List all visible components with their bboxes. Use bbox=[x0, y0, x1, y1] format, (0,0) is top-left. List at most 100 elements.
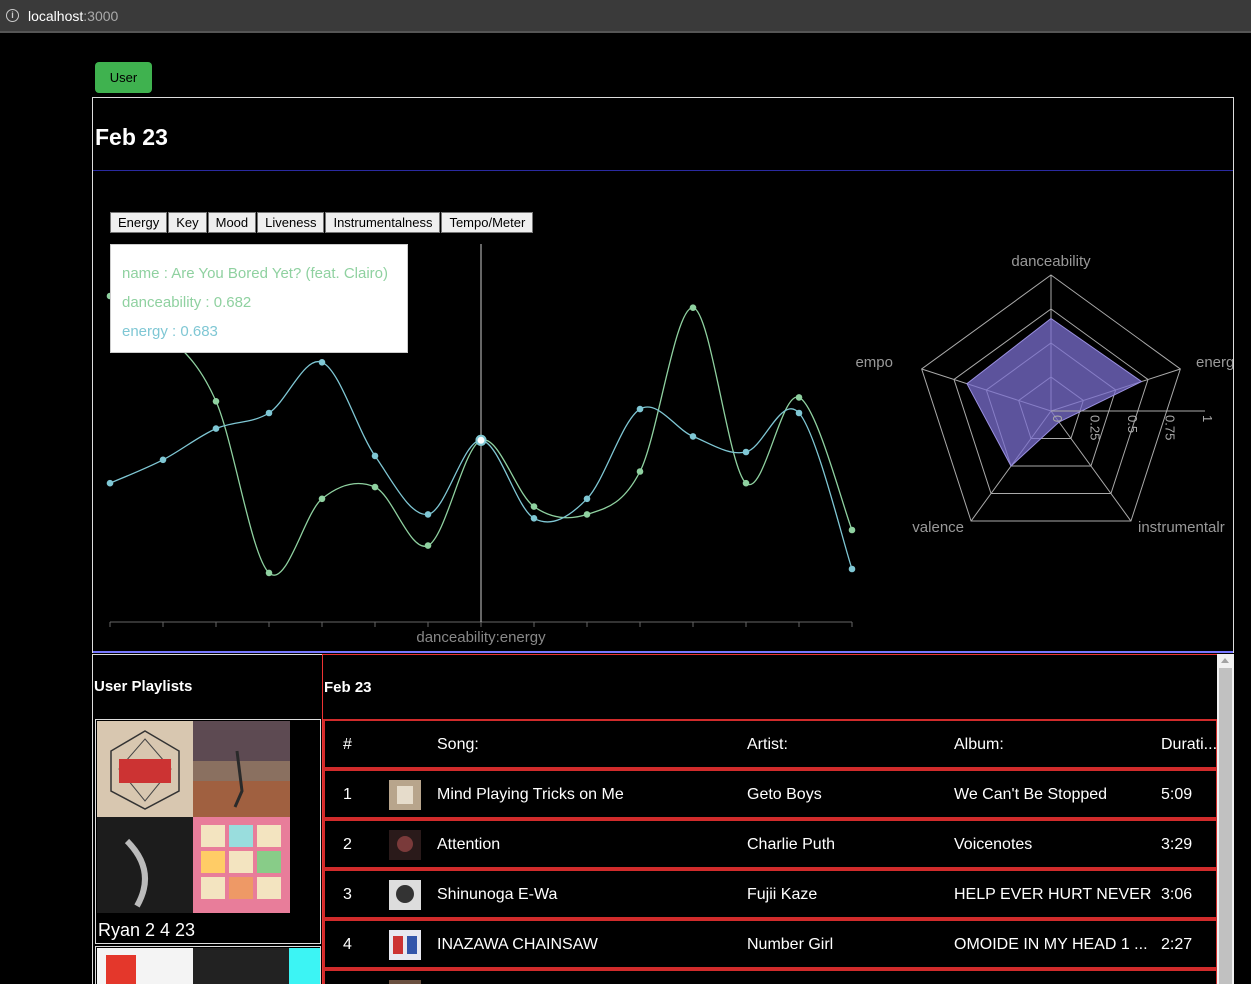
danceability-point bbox=[583, 511, 591, 518]
energy-point bbox=[742, 448, 750, 456]
track-row[interactable]: 4 INAZAWA CHAINSAW Number Girl OMOIDE IN… bbox=[323, 919, 1218, 969]
col-album: Album: bbox=[954, 736, 1004, 753]
radar-axis-label: danceability bbox=[1011, 253, 1091, 270]
danceability-point bbox=[212, 398, 220, 405]
track-num: 3 bbox=[343, 886, 352, 903]
energy-point bbox=[265, 409, 273, 417]
user-button[interactable]: User bbox=[95, 62, 152, 93]
track-album: HELP EVER HURT NEVER bbox=[954, 886, 1152, 903]
energy-point bbox=[475, 434, 487, 446]
danceability-point bbox=[371, 483, 379, 491]
radar-axis-label: instrumentalr bbox=[1138, 519, 1225, 536]
track-album: Voicenotes bbox=[954, 836, 1033, 853]
col-artist: Artist: bbox=[747, 736, 788, 753]
track-num: 1 bbox=[343, 786, 352, 803]
info-icon[interactable]: i bbox=[6, 9, 19, 22]
energy-point bbox=[583, 495, 591, 503]
track-row[interactable]: 1 Mind Playing Tricks on Me Geto Boys We… bbox=[323, 769, 1218, 819]
track-album-thumbnail bbox=[389, 980, 421, 984]
danceability-point bbox=[636, 468, 644, 475]
energy-point bbox=[636, 405, 644, 413]
energy-point bbox=[689, 433, 697, 440]
col-num: # bbox=[343, 736, 352, 753]
energy-point bbox=[530, 515, 538, 522]
radar-tick-label: 0.75 bbox=[1163, 415, 1178, 440]
track-row[interactable]: 3 Shinunoga E-Wa Fujii Kaze HELP EVER HU… bbox=[323, 869, 1218, 919]
danceability-point bbox=[689, 304, 697, 311]
scroll-up-icon[interactable] bbox=[1221, 658, 1229, 663]
url-text[interactable]: localhost:3000 bbox=[28, 8, 118, 24]
playlist-card[interactable]: Ryan 2 4 23 bbox=[95, 719, 321, 944]
energy-point bbox=[212, 425, 220, 432]
track-artist: Fujii Kaze bbox=[747, 886, 818, 903]
panel-bottom-border bbox=[93, 651, 1233, 653]
track-num: 2 bbox=[343, 836, 352, 853]
track-album: We Can't Be Stopped bbox=[954, 786, 1108, 803]
track-album-thumbnail bbox=[389, 830, 421, 860]
energy-point bbox=[106, 479, 114, 487]
danceability-point bbox=[530, 503, 538, 510]
danceability-point bbox=[265, 569, 273, 577]
track-song: INAZAWA CHAINSAW bbox=[437, 936, 598, 953]
audio-features-panel: Feb 23 Energy Key Mood Liveness Instrume… bbox=[92, 97, 1234, 653]
danceability-point bbox=[424, 542, 432, 549]
danceability-point bbox=[795, 394, 803, 401]
url-host: localhost bbox=[28, 8, 84, 24]
tooltip-energy: energy : 0.683 bbox=[122, 323, 218, 340]
radar-value-area bbox=[966, 317, 1143, 467]
track-duration: 5:09 bbox=[1161, 786, 1193, 803]
track-list-scrollbar[interactable] bbox=[1217, 654, 1234, 984]
x-axis-label: danceability:energy bbox=[416, 629, 546, 646]
radar-axis-label: energ bbox=[1196, 354, 1233, 371]
track-artist: Charlie Puth bbox=[747, 836, 836, 853]
track-duration: 2:27 bbox=[1161, 936, 1193, 953]
danceability-point bbox=[318, 495, 326, 503]
url-port: :3000 bbox=[83, 8, 119, 24]
radar-tick-label: 0 bbox=[1050, 415, 1065, 422]
track-album-thumbnail bbox=[389, 930, 421, 960]
energy-point bbox=[159, 456, 167, 464]
radar-axis-label: empo bbox=[855, 354, 893, 371]
track-album-thumbnail bbox=[389, 880, 421, 910]
track-table-header: # Song: Artist: Album: Durati... bbox=[323, 719, 1218, 769]
track-artist: Number Girl bbox=[747, 936, 834, 953]
track-song: Mind Playing Tricks on Me bbox=[437, 786, 624, 803]
col-song: Song: bbox=[437, 736, 479, 753]
playlist-name[interactable]: Ryan 2 4 23 bbox=[98, 920, 195, 941]
playlists-heading: User Playlists bbox=[94, 678, 193, 695]
playlist-tracks-panel: Feb 23 # Song: Artist: Album: Durati... … bbox=[322, 654, 1218, 984]
track-song: Attention bbox=[437, 836, 501, 853]
playlist-cover-image[interactable] bbox=[97, 721, 290, 913]
energy-point bbox=[424, 511, 432, 518]
track-num: 4 bbox=[343, 936, 352, 953]
radar-tick-label: 1 bbox=[1200, 415, 1215, 422]
track-song: Shinunoga E-Wa bbox=[437, 886, 558, 903]
playlist-cover-image-partial[interactable] bbox=[96, 947, 321, 984]
scrollbar-thumb[interactable] bbox=[1219, 668, 1232, 984]
track-row[interactable]: 2 Attention Charlie Puth Voicenotes 3:29 bbox=[323, 819, 1218, 869]
radar-tick-label: 0.25 bbox=[1088, 415, 1103, 440]
radar-tick-label: 0.5 bbox=[1125, 415, 1140, 433]
chart-tooltip: name : Are You Bored Yet? (feat. Clairo)… bbox=[110, 244, 408, 353]
track-album-thumbnail bbox=[389, 780, 421, 810]
user-playlists-panel: User Playlists Ryan 2 4 23 bbox=[92, 654, 323, 984]
track-row[interactable] bbox=[323, 969, 1218, 984]
col-duration: Durati... bbox=[1161, 736, 1218, 753]
charts-svg[interactable]: danceability:energy 0 0.25 0.5 0.75 1 danceabi… bbox=[93, 98, 1233, 650]
energy-point bbox=[848, 565, 856, 573]
energy-point bbox=[371, 452, 379, 460]
energy-point bbox=[795, 409, 803, 417]
playlist-card-partial[interactable] bbox=[95, 946, 321, 984]
browser-address-bar[interactable]: i localhost:3000 bbox=[0, 0, 1251, 33]
energy-point bbox=[318, 359, 326, 366]
track-artist: Geto Boys bbox=[747, 786, 822, 803]
danceability-point bbox=[848, 526, 856, 534]
track-album: OMOIDE IN MY HEAD 1 ... bbox=[954, 936, 1148, 953]
tooltip-danceability: danceability : 0.682 bbox=[122, 294, 252, 311]
track-duration: 3:06 bbox=[1161, 886, 1193, 903]
track-duration: 3:29 bbox=[1161, 836, 1193, 853]
danceability-point bbox=[742, 479, 750, 487]
tooltip-name: name : Are You Bored Yet? (feat. Clairo) bbox=[122, 265, 389, 282]
tracks-heading: Feb 23 bbox=[324, 679, 372, 696]
radar-axis-label: valence bbox=[912, 519, 964, 536]
